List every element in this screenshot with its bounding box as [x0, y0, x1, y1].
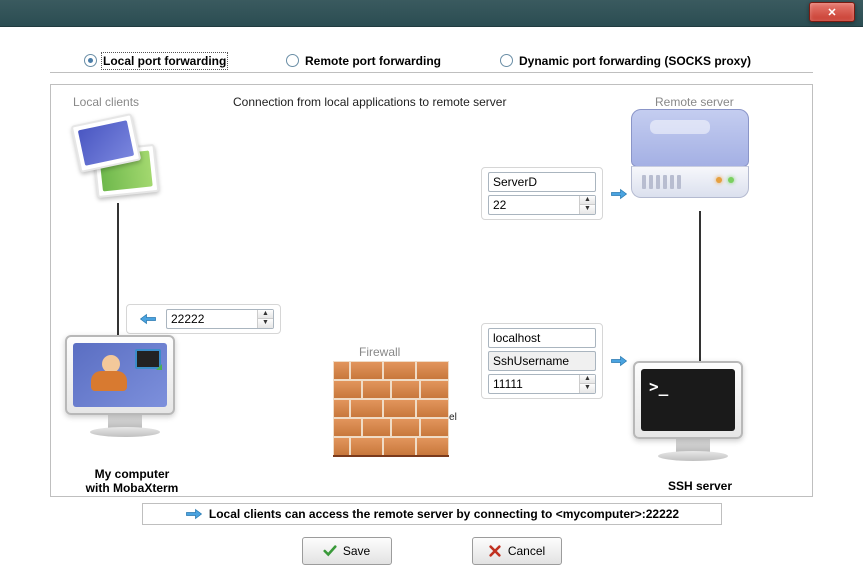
- arrow-right-icon: [185, 508, 203, 520]
- close-icon: ✕: [827, 6, 836, 19]
- dialog-buttons: Save Cancel: [0, 537, 863, 565]
- spinner-icon[interactable]: ▲▼: [579, 375, 595, 393]
- arrow-left-icon: [139, 313, 157, 325]
- radio-label: Remote port forwarding: [305, 54, 441, 68]
- radio-remote-port-forwarding[interactable]: Remote port forwarding: [286, 54, 441, 68]
- label-connection-description: Connection from local applications to re…: [233, 95, 506, 109]
- radio-label: Dynamic port forwarding (SOCKS proxy): [519, 54, 751, 68]
- ssh-user-input[interactable]: [489, 352, 579, 370]
- local-port-group: ▲▼: [126, 304, 281, 334]
- remote-server-group: ▲▼: [481, 167, 603, 220]
- radio-dot-icon: [84, 54, 97, 67]
- ssh-user-field[interactable]: [488, 351, 596, 371]
- save-button[interactable]: Save: [302, 537, 392, 565]
- footer-tip-text: Local clients can access the remote serv…: [209, 507, 679, 521]
- remote-host-field[interactable]: [488, 172, 596, 192]
- radio-label: Local port forwarding: [103, 54, 226, 68]
- label-my-computer: My computer with MobaXterm: [67, 467, 197, 495]
- ssh-host-field[interactable]: [488, 328, 596, 348]
- ssh-port-input[interactable]: [489, 375, 579, 393]
- save-label: Save: [343, 544, 370, 558]
- remote-host-input[interactable]: [489, 173, 579, 191]
- connector-line: [699, 211, 701, 379]
- cancel-button[interactable]: Cancel: [472, 537, 562, 565]
- radio-dot-icon: [500, 54, 513, 67]
- arrow-right-icon: [610, 188, 628, 200]
- label-ssh-server: SSH server: [635, 479, 765, 493]
- cross-icon: [488, 544, 502, 558]
- label-firewall: Firewall: [359, 345, 400, 359]
- spinner-icon[interactable]: ▲▼: [579, 196, 595, 214]
- ssh-server-group: ▲▼: [481, 323, 603, 399]
- window-close-button[interactable]: ✕: [809, 2, 855, 22]
- label-local-clients: Local clients: [73, 95, 139, 109]
- firewall-icon: [333, 361, 453, 461]
- forwarding-mode-radios: Local port forwarding Remote port forwar…: [50, 49, 813, 73]
- cancel-label: Cancel: [508, 544, 545, 558]
- ssh-server-icon: >_: [633, 361, 753, 481]
- dialog-body: Local port forwarding Remote port forwar…: [0, 27, 863, 587]
- connector-line: [117, 203, 119, 335]
- check-icon: [323, 544, 337, 558]
- spinner-icon[interactable]: ▲▼: [257, 310, 273, 328]
- radio-local-port-forwarding[interactable]: Local port forwarding: [84, 54, 226, 68]
- remote-server-icon: [631, 109, 751, 209]
- radio-dot-icon: [286, 54, 299, 67]
- title-bar: ✕: [0, 0, 863, 27]
- ssh-port-field[interactable]: ▲▼: [488, 374, 596, 394]
- my-computer-icon: [65, 335, 185, 465]
- footer-tip: Local clients can access the remote serv…: [142, 503, 722, 525]
- remote-port-input[interactable]: [489, 196, 579, 214]
- arrow-right-icon: [610, 355, 628, 367]
- remote-port-field[interactable]: ▲▼: [488, 195, 596, 215]
- label-remote-server: Remote server: [655, 95, 734, 109]
- local-port-input[interactable]: [167, 310, 257, 328]
- ssh-host-input[interactable]: [489, 329, 579, 347]
- radio-dynamic-port-forwarding[interactable]: Dynamic port forwarding (SOCKS proxy): [500, 54, 751, 68]
- diagram-panel: Local clients Connection from local appl…: [50, 84, 813, 497]
- local-clients-icon: [69, 113, 169, 203]
- local-port-field[interactable]: ▲▼: [166, 309, 274, 329]
